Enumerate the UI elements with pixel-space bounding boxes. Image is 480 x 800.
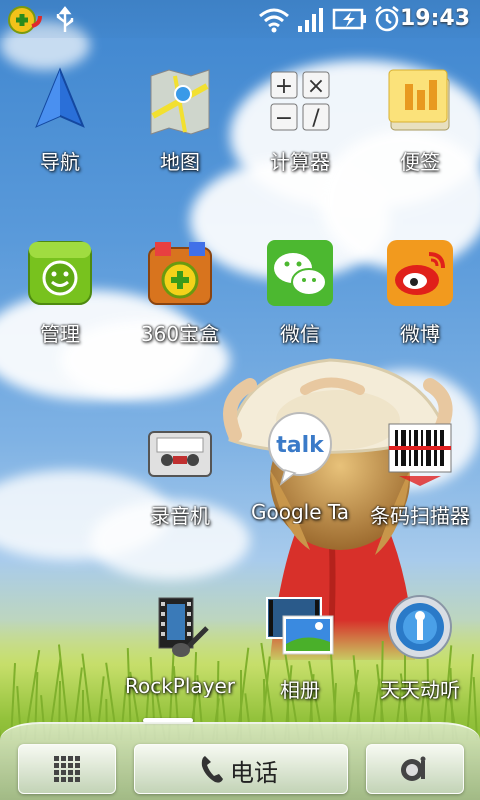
- svg-text:+: +: [275, 74, 293, 99]
- app-label: 管理: [40, 322, 80, 346]
- battery-charging-icon: [332, 4, 368, 38]
- app-label: Google Ta: [250, 500, 350, 524]
- svg-text:×: ×: [307, 74, 325, 99]
- app-label: 便签: [400, 150, 440, 174]
- browser-button[interactable]: [366, 744, 464, 794]
- app-label: 条码扫描器: [370, 504, 470, 528]
- app-drawer-grid-icon: [53, 755, 81, 787]
- status-clock: 19:43: [399, 6, 470, 31]
- 360-security-icon: [6, 4, 44, 40]
- svg-text:−: −: [275, 106, 293, 131]
- app-manager[interactable]: 管理: [0, 238, 120, 378]
- app-barcode-scanner[interactable]: 条码扫描器: [360, 420, 480, 560]
- app-360-box[interactable]: 360宝盒: [120, 238, 240, 378]
- maps-icon: [145, 66, 215, 136]
- app-rockplayer[interactable]: RockPlayer: [120, 594, 240, 734]
- phone-button[interactable]: 电话: [134, 744, 348, 794]
- app-ttpod[interactable]: 天天动听: [360, 594, 480, 734]
- app-maps[interactable]: 地图: [120, 66, 240, 206]
- manager-icon: [25, 238, 95, 308]
- app-gallery[interactable]: 相册: [240, 594, 360, 734]
- rockplayer-icon: [145, 594, 215, 664]
- 360-box-icon: [145, 238, 215, 308]
- barcode-scanner-icon: [385, 420, 455, 490]
- app-wechat[interactable]: 微信: [240, 238, 360, 378]
- calculator-icon: + × − /: [265, 66, 335, 136]
- app-voice-recorder[interactable]: 录音机: [120, 420, 240, 560]
- ttpod-icon: [385, 594, 455, 664]
- usb-icon: [52, 4, 78, 38]
- status-bar: 19:43: [0, 0, 480, 38]
- app-label: 360宝盒: [140, 322, 220, 346]
- svg-text:talk: talk: [276, 433, 325, 458]
- app-label: 地图: [160, 150, 200, 174]
- cassette-recorder-icon: [145, 420, 215, 490]
- app-label: RockPlayer: [124, 674, 236, 698]
- google-talk-icon: talk: [265, 412, 335, 487]
- weibo-icon: [385, 238, 455, 308]
- app-label: 天天动听: [380, 678, 460, 702]
- app-label: 录音机: [150, 504, 210, 528]
- alarm-icon: [372, 4, 402, 38]
- home-screen: 19:43 导航 地图 + × − / 计算器 便签 管理 360宝盒 微信 微…: [0, 0, 480, 800]
- notes-icon: [385, 66, 455, 136]
- svg-text:/: /: [312, 106, 320, 131]
- app-google-talk[interactable]: talk Google Ta: [240, 412, 360, 552]
- app-label: 导航: [40, 150, 80, 174]
- app-drawer-button[interactable]: [18, 744, 116, 794]
- navigation-arrow-icon: [25, 66, 95, 136]
- app-calculator[interactable]: + × − / 计算器: [240, 66, 360, 206]
- browser-icon: [399, 755, 429, 787]
- signal-icon: [296, 4, 326, 38]
- app-label: 相册: [280, 678, 320, 702]
- dock-bar: 电话: [0, 722, 480, 800]
- app-label: 微信: [280, 322, 320, 346]
- wifi-icon: [258, 4, 290, 38]
- app-label: 微博: [400, 322, 440, 346]
- gallery-icon: [265, 594, 335, 664]
- wechat-icon: [265, 238, 335, 308]
- phone-label: 电话: [230, 759, 278, 787]
- app-navigation[interactable]: 导航: [0, 66, 120, 206]
- app-weibo[interactable]: 微博: [360, 238, 480, 378]
- app-notes[interactable]: 便签: [360, 66, 480, 206]
- phone-handset-icon: [199, 754, 225, 788]
- app-label: 计算器: [270, 150, 330, 174]
